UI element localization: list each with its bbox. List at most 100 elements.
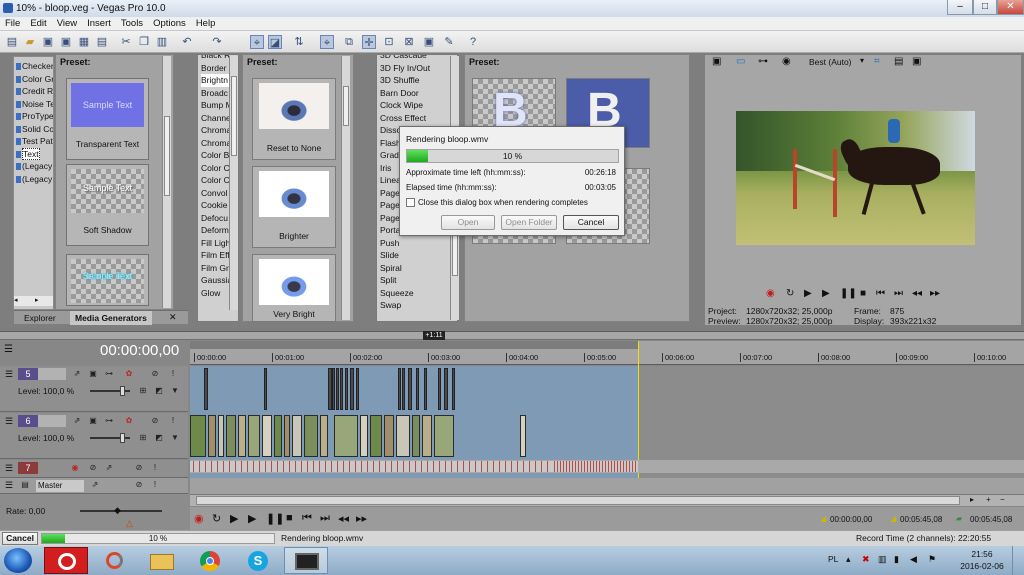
paint-icon[interactable]: ✎ [442, 35, 456, 49]
taskbar-app-opera[interactable] [44, 547, 88, 574]
save-as-icon[interactable]: ▣ [59, 35, 73, 49]
video-event[interactable] [434, 415, 454, 457]
collapse-icon[interactable]: ◩ [154, 386, 164, 396]
flag-icon[interactable]: ⚑ [928, 554, 936, 565]
video-event[interactable] [264, 368, 267, 410]
video-event[interactable] [238, 415, 246, 457]
preset-soft-shadow[interactable]: Sample Text Soft Shadow [66, 164, 149, 246]
copy-snapshot-icon[interactable]: ▤ [894, 56, 903, 67]
video-event[interactable] [398, 368, 401, 410]
rate-thumb-icon[interactable]: ◆ [114, 505, 121, 516]
previous-frame-icon[interactable]: ◂◂ [912, 288, 922, 300]
stop-icon[interactable]: ■ [860, 288, 866, 300]
go-to-end-icon[interactable]: ⏭ [894, 288, 903, 300]
track-menu-icon[interactable]: ☰ [5, 369, 13, 380]
start-button[interactable] [4, 548, 32, 573]
open-folder-button[interactable]: Open Folder [501, 215, 557, 230]
mute-icon[interactable]: ⊘ [134, 463, 144, 473]
solo-icon[interactable]: ! [150, 463, 160, 473]
preset-reset-to-none[interactable]: Reset to None [252, 78, 336, 160]
level-slider-thumb[interactable] [120, 433, 125, 443]
preset-transparent-text[interactable]: Sample Text Transparent Text [66, 78, 149, 160]
trim-icon[interactable]: ▣ [422, 35, 436, 49]
split-screen-icon[interactable]: ◉ [782, 56, 791, 67]
preview-quality-select[interactable]: Best (Auto) [809, 57, 852, 67]
compositing-icon[interactable]: ▣ [88, 416, 98, 426]
video-event[interactable] [356, 368, 359, 410]
video-event[interactable] [422, 415, 432, 457]
track-7-events[interactable] [190, 460, 1024, 473]
snap-icon[interactable]: ⌖ [250, 35, 264, 49]
taskbar-app-vegas[interactable] [284, 547, 328, 574]
zoom-out-icon[interactable]: − [1000, 495, 1005, 504]
transition-item[interactable]: Split [380, 274, 457, 287]
play-icon[interactable]: ▶ [822, 288, 830, 300]
track-menu-icon[interactable]: ☰ [5, 416, 13, 427]
transition-item[interactable]: Slide [380, 249, 457, 262]
go-to-end-icon[interactable]: ⏭ [320, 512, 330, 525]
menu-insert[interactable]: Insert [87, 18, 111, 29]
cancel-render-button[interactable]: Cancel [563, 215, 619, 230]
transition-item[interactable]: Spiral [380, 262, 457, 275]
hscroll-thumb[interactable] [196, 496, 960, 505]
solo-icon[interactable]: ! [168, 369, 178, 379]
master-bus-header[interactable]: ☰ ▤ Master ⇗ ⊘ ! [0, 478, 188, 494]
generator-tree-item[interactable]: Credit Ro [16, 85, 53, 98]
transition-item[interactable]: 3D Cascade [380, 55, 457, 62]
redo-icon[interactable]: ↷ [210, 35, 224, 49]
transition-item[interactable]: 3D Fly In/Out [380, 62, 457, 75]
video-event[interactable] [284, 415, 290, 457]
loop-region-bar[interactable] [190, 341, 638, 349]
paste-icon[interactable]: ▥ [155, 35, 169, 49]
selection-tool-icon[interactable]: ✛ [362, 35, 376, 49]
menu-file[interactable]: File [5, 18, 20, 29]
track-name-field[interactable] [38, 368, 66, 380]
track-menu-icon[interactable]: ☰ [5, 463, 13, 474]
track-name-field[interactable] [38, 415, 66, 427]
video-event[interactable] [248, 415, 260, 457]
video-event[interactable] [334, 415, 358, 457]
save-icon[interactable]: ▣ [41, 35, 55, 49]
status-cancel-button[interactable]: Cancel [2, 532, 38, 545]
external-monitor-icon[interactable]: ▭ [736, 56, 745, 67]
menu-tools[interactable]: Tools [121, 18, 143, 29]
video-event[interactable] [340, 368, 343, 410]
chevron-down-icon[interactable]: ▾ [860, 56, 864, 65]
transition-item[interactable]: Cross Effect [380, 112, 457, 125]
expand-icon[interactable]: ⊞ [138, 386, 148, 396]
pause-icon[interactable]: ❚❚ [840, 288, 857, 300]
tab-explorer[interactable]: Explorer [24, 313, 56, 323]
menu-edit[interactable]: Edit [30, 18, 46, 29]
preview-properties-icon[interactable]: ▣ [712, 56, 721, 67]
save-snapshot-icon[interactable]: ▣ [912, 56, 921, 67]
pause-icon[interactable]: ❚❚ [266, 512, 284, 525]
envelope-tool-icon[interactable]: ⧉ [342, 35, 356, 49]
menu-view[interactable]: View [57, 18, 77, 29]
cut-icon[interactable]: ✂ [119, 35, 133, 49]
presets-scrollbar[interactable] [162, 56, 171, 308]
record-icon[interactable]: ◉ [194, 512, 204, 525]
video-event[interactable] [292, 415, 302, 457]
clock-date[interactable]: 2016-02-06 [956, 561, 1008, 571]
transition-item[interactable]: Squeeze [380, 287, 457, 300]
video-event[interactable] [360, 415, 368, 457]
explorer-hscroll[interactable]: ◂ ▸ [14, 296, 53, 306]
video-event[interactable] [438, 368, 441, 410]
play-from-start-icon[interactable]: ▶ [804, 288, 812, 300]
render-icon[interactable]: ▦ [77, 35, 91, 49]
track-header-7[interactable]: ☰ 7 ◉ ⊘ ⇗ ⊘ ! [0, 460, 188, 478]
properties-icon[interactable]: ▤ [95, 35, 109, 49]
undo-icon[interactable]: ↶ [180, 35, 194, 49]
next-frame-icon[interactable]: ▸▸ [356, 512, 367, 525]
tray-warning-icon[interactable]: ✖ [862, 554, 870, 565]
automation-icon[interactable]: ⇗ [72, 369, 82, 379]
video-event[interactable] [274, 415, 282, 457]
transition-item[interactable]: Swap [380, 299, 457, 312]
open-folder-icon[interactable]: ▰ [23, 35, 37, 49]
fx-icon[interactable]: ✿ [124, 416, 134, 426]
new-file-icon[interactable]: ▤ [5, 35, 19, 49]
tray-expand-icon[interactable]: ▴ [846, 554, 851, 565]
language-indicator[interactable]: PL [828, 554, 838, 564]
transition-item[interactable]: Push [380, 237, 457, 250]
volume-icon[interactable]: ◀ [910, 554, 917, 565]
